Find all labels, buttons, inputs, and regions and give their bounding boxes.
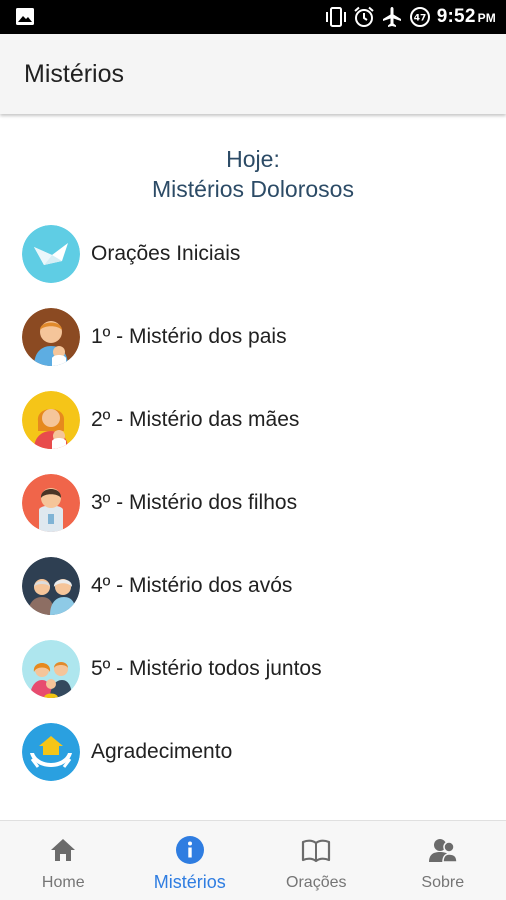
today-label: Hoje: xyxy=(226,146,280,172)
nav-home[interactable]: Home xyxy=(0,821,127,900)
nav-misterios[interactable]: Mistérios xyxy=(127,821,254,900)
nav-misterios-label: Mistérios xyxy=(153,872,226,892)
list-item-misterio-avos[interactable]: 4º - Mistério dos avós xyxy=(0,546,506,626)
page-title: Mistérios xyxy=(24,60,125,88)
vibrate-icon xyxy=(325,6,347,28)
list-item-label: Agradecimento xyxy=(91,740,233,763)
nav-sobre[interactable]: Sobre xyxy=(380,821,506,900)
mysteries-content: Hoje: Mistérios Dolorosos Orações Inicia… xyxy=(0,114,506,820)
nav-home-label: Home xyxy=(41,874,85,891)
list-item-label: 3º - Mistério dos filhos xyxy=(91,491,298,514)
list-item-misterio-todos-juntos[interactable]: 5º - Mistério todos juntos xyxy=(0,629,506,709)
nav-sobre-label: Sobre xyxy=(421,874,465,891)
child-icon xyxy=(22,474,80,532)
list-item-label: 1º - Mistério dos pais xyxy=(91,325,287,348)
list-item-label: 2º - Mistério das mães xyxy=(91,408,300,431)
book-icon xyxy=(301,835,331,865)
list-item-misterio-pais[interactable]: 1º - Mistério dos pais xyxy=(0,297,506,377)
list-item-misterio-maes[interactable]: 2º - Mistério das mães xyxy=(0,380,506,460)
list-item-label: 4º - Mistério dos avós xyxy=(91,574,293,597)
nav-oracoes[interactable]: Orações xyxy=(253,821,380,900)
family-icon xyxy=(22,640,80,698)
dove-icon xyxy=(22,225,80,283)
status-bar: 47 9:52 PM xyxy=(0,0,506,34)
home-icon xyxy=(48,835,78,865)
app-bar: Mistérios xyxy=(0,34,506,114)
today-mystery: Mistérios Dolorosos xyxy=(152,176,354,202)
list-item-oracoes-iniciais[interactable]: Orações Iniciais xyxy=(0,214,506,294)
airplane-icon xyxy=(381,6,403,28)
battery-saver-icon: 47 xyxy=(409,6,431,28)
nav-oracoes-label: Orações xyxy=(286,874,347,891)
info-icon xyxy=(175,835,205,865)
list-item-label: Orações Iniciais xyxy=(91,242,241,265)
svg-text:47: 47 xyxy=(414,14,427,24)
today-heading: Hoje: Mistérios Dolorosos xyxy=(0,144,506,204)
list-item-misterio-filhos[interactable]: 3º - Mistério dos filhos xyxy=(0,463,506,543)
bottom-navigation: Home Mistérios Orações Sobre xyxy=(0,820,506,900)
image-icon xyxy=(16,8,34,25)
people-icon xyxy=(428,835,458,865)
mother-icon xyxy=(22,391,80,449)
list-item-agradecimento[interactable]: Agradecimento xyxy=(0,712,506,792)
grandparents-icon xyxy=(22,557,80,615)
father-icon xyxy=(22,308,80,366)
clock: 9:52 PM xyxy=(436,6,496,27)
hands-house-icon xyxy=(22,723,80,781)
alarm-icon xyxy=(353,6,375,28)
list-item-label: 5º - Mistério todos juntos xyxy=(91,657,322,680)
